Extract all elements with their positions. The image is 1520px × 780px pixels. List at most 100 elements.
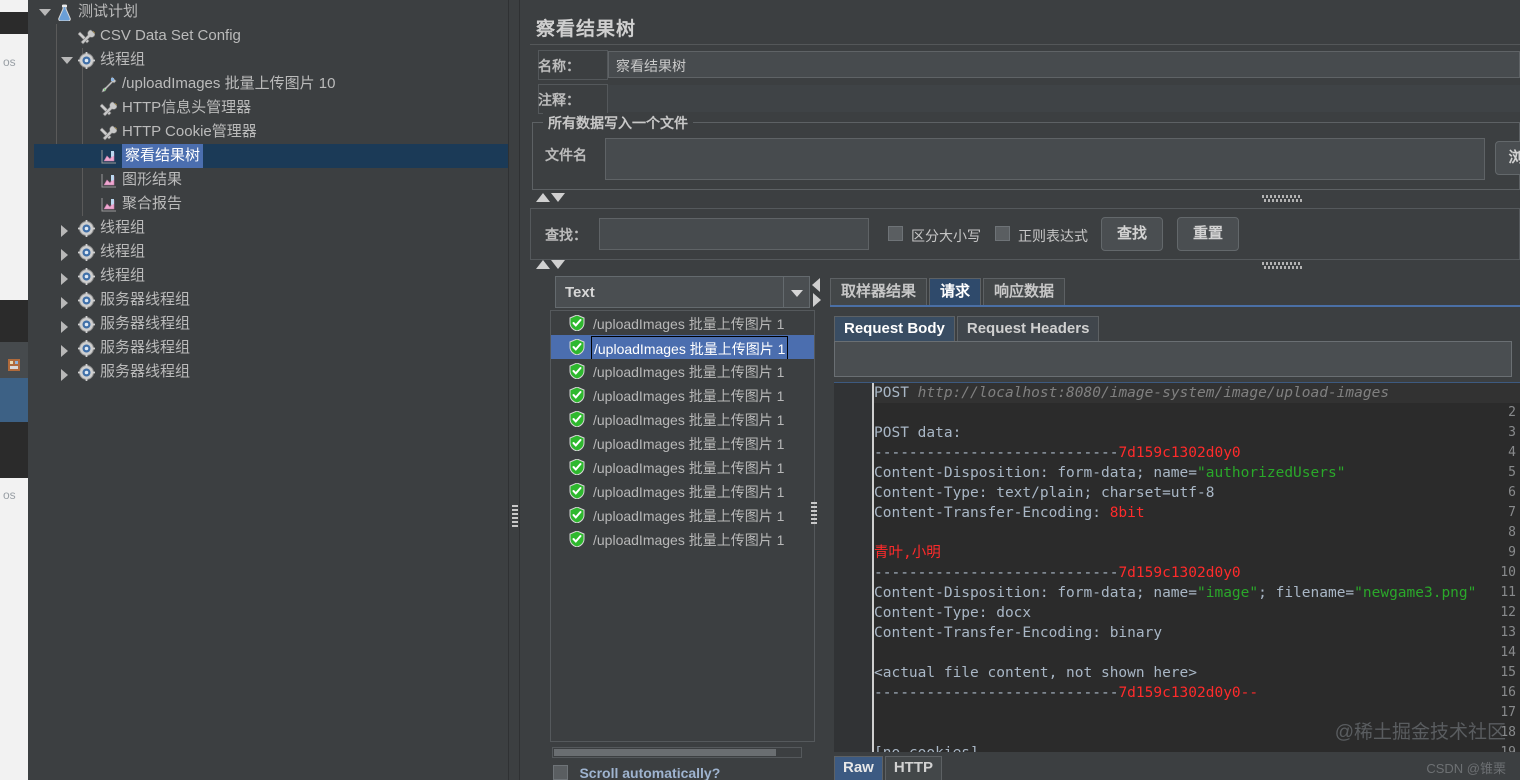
- browse-button[interactable]: 浏: [1495, 141, 1520, 175]
- gear-icon: [78, 364, 95, 381]
- tree-item-4[interactable]: HTTP信息头管理器: [34, 96, 508, 120]
- list-item[interactable]: /uploadImages 批量上传图片 1: [551, 527, 814, 551]
- tab-0[interactable]: 取样器结果: [830, 278, 928, 306]
- filename-label: 文件名: [545, 147, 587, 163]
- bottab-0[interactable]: Raw: [834, 756, 883, 780]
- chevron-right-icon[interactable]: [60, 288, 74, 312]
- list-item-label: /uploadImages 批量上传图片 1: [593, 484, 785, 500]
- tree-item-15[interactable]: 服务器线程组: [34, 360, 508, 384]
- bottom-tab-row[interactable]: Raw HTTP: [834, 756, 944, 780]
- list-pane-splitter-grip[interactable]: [811, 502, 817, 524]
- watermark-secondary: CSDN @锥栗: [1426, 761, 1506, 776]
- filename-input[interactable]: [605, 138, 1485, 180]
- chevron-down-icon[interactable]: [783, 277, 809, 307]
- tree-item-7[interactable]: 图形结果: [34, 168, 508, 192]
- regex-checkbox[interactable]: [995, 226, 1010, 241]
- tab-2[interactable]: 响应数据: [983, 278, 1066, 306]
- list-item[interactable]: /uploadImages 批量上传图片 1: [551, 383, 814, 407]
- tree-item-6[interactable]: 察看结果树: [34, 144, 508, 168]
- code-line: POST data:: [874, 425, 962, 441]
- test-plan-tree[interactable]: 测试计划 CSV Data Set Config 线程组/uploadImages …: [34, 0, 508, 780]
- list-item-label: /uploadImages 批量上传图片 1: [593, 436, 785, 452]
- tree-item-5[interactable]: HTTP Cookie管理器: [34, 120, 508, 144]
- code-line: ----------------------------7d159c1302d0…: [874, 685, 1259, 701]
- splitter-grip[interactable]: [512, 505, 518, 527]
- subtab-1[interactable]: Request Headers: [956, 316, 1100, 342]
- tree-item-9[interactable]: 线程组: [34, 216, 508, 240]
- tree-item-12[interactable]: 服务器线程组: [34, 288, 508, 312]
- chevron-down-icon[interactable]: [38, 0, 52, 24]
- tab-1[interactable]: 请求: [929, 278, 982, 306]
- list-item[interactable]: /uploadImages 批量上传图片 1: [551, 335, 814, 359]
- tree-item-14[interactable]: 服务器线程组: [34, 336, 508, 360]
- tree-item-13[interactable]: 服务器线程组: [34, 312, 508, 336]
- chevron-right-icon[interactable]: [60, 312, 74, 336]
- view-type-select[interactable]: Text: [555, 276, 810, 308]
- find-button[interactable]: 查找: [1101, 217, 1163, 251]
- name-input[interactable]: 察看结果树: [608, 51, 1520, 78]
- list-horizontal-scrollbar[interactable]: [552, 747, 802, 758]
- tree-item-3[interactable]: /uploadImages 批量上传图片 10: [34, 72, 508, 96]
- scroll-automatically-label: Scroll automatically?: [579, 764, 721, 780]
- scroll-automatically-row[interactable]: Scroll automatically?: [553, 764, 720, 780]
- tree-item-10[interactable]: 线程组: [34, 240, 508, 264]
- shield-icon: [569, 387, 585, 403]
- horizontal-splitter-grip-top[interactable]: [1262, 195, 1302, 202]
- scroll-automatically-checkbox[interactable]: [553, 765, 568, 780]
- comment-label: 注释：: [538, 92, 580, 108]
- view-results-tree-panel: 察看结果树 名称： 察看结果树 注释： 所有数据写入一个文件 文件名 浏: [520, 0, 1520, 780]
- collapse-arrows-top[interactable]: [536, 192, 566, 204]
- list-item-label: /uploadImages 批量上传图片 1: [593, 508, 785, 524]
- horizontal-splitter-grip-bottom[interactable]: [1262, 262, 1302, 269]
- chevron-right-icon[interactable]: [60, 264, 74, 288]
- request-body-code-view[interactable]: 1POST http://localhost:8080/image-system…: [834, 382, 1520, 752]
- gear-icon: [78, 268, 95, 285]
- tree-item-0[interactable]: 测试计划: [34, 0, 508, 24]
- name-input-value: 察看结果树: [616, 58, 686, 74]
- list-item[interactable]: /uploadImages 批量上传图片 1: [551, 311, 814, 335]
- bottab-1[interactable]: HTTP: [884, 756, 943, 780]
- list-item[interactable]: /uploadImages 批量上传图片 1: [551, 479, 814, 503]
- list-item-label: /uploadImages 批量上传图片 1: [593, 364, 785, 380]
- reset-button[interactable]: 重置: [1177, 217, 1239, 251]
- vertical-splitter[interactable]: [508, 0, 520, 780]
- list-item[interactable]: /uploadImages 批量上传图片 1: [551, 503, 814, 527]
- list-item[interactable]: /uploadImages 批量上传图片 1: [551, 431, 814, 455]
- shield-icon: [569, 411, 585, 427]
- tree-item-label: 测试计划: [78, 3, 139, 20]
- name-label: 名称：: [538, 58, 580, 74]
- code-line: Content-Transfer-Encoding: binary: [874, 625, 1163, 641]
- tree-item-1[interactable]: CSV Data Set Config: [34, 24, 508, 48]
- list-item[interactable]: /uploadImages 批量上传图片 1: [551, 407, 814, 431]
- list-item[interactable]: /uploadImages 批量上传图片 1: [551, 359, 814, 383]
- gear-icon: [78, 244, 95, 261]
- results-lower-area: Text /uploadImages 批量上传图片 1/uploadImages…: [530, 272, 1520, 780]
- chevron-right-icon[interactable]: [60, 240, 74, 264]
- chevron-right-icon[interactable]: [60, 216, 74, 240]
- find-label: 查找：: [545, 227, 587, 243]
- tree-item-11[interactable]: 线程组: [34, 264, 508, 288]
- tab-underline: [830, 305, 1520, 307]
- collapse-arrows-bottom[interactable]: [536, 259, 566, 271]
- chevron-down-icon[interactable]: [60, 48, 74, 72]
- scrollbar-thumb[interactable]: [554, 749, 776, 756]
- main-tab-row[interactable]: 取样器结果 请求 响应数据: [830, 278, 1067, 306]
- find-input[interactable]: [599, 218, 869, 250]
- code-line: Content-Transfer-Encoding: 8bit: [874, 505, 1145, 521]
- tree-item-label: HTTP信息头管理器: [122, 99, 252, 116]
- sub-tab-row[interactable]: Request Body Request Headers: [834, 316, 1101, 342]
- request-search-input[interactable]: [834, 341, 1512, 377]
- code-line: ----------------------------7d159c1302d0…: [874, 565, 1241, 581]
- case-sensitive-checkbox[interactable]: [888, 226, 903, 241]
- shield-icon: [569, 315, 585, 331]
- comment-input[interactable]: [608, 85, 1520, 112]
- chevron-right-icon[interactable]: [60, 336, 74, 360]
- tree-item-8[interactable]: 聚合报告: [34, 192, 508, 216]
- list-pane-collapse-arrows[interactable]: [812, 278, 822, 307]
- chevron-right-icon[interactable]: [60, 360, 74, 384]
- tree-item-2[interactable]: 线程组: [34, 48, 508, 72]
- sampler-results-list[interactable]: /uploadImages 批量上传图片 1/uploadImages 批量上传…: [550, 310, 815, 742]
- tree-item-label: 聚合报告: [122, 195, 183, 212]
- subtab-0[interactable]: Request Body: [834, 316, 955, 342]
- list-item[interactable]: /uploadImages 批量上传图片 1: [551, 455, 814, 479]
